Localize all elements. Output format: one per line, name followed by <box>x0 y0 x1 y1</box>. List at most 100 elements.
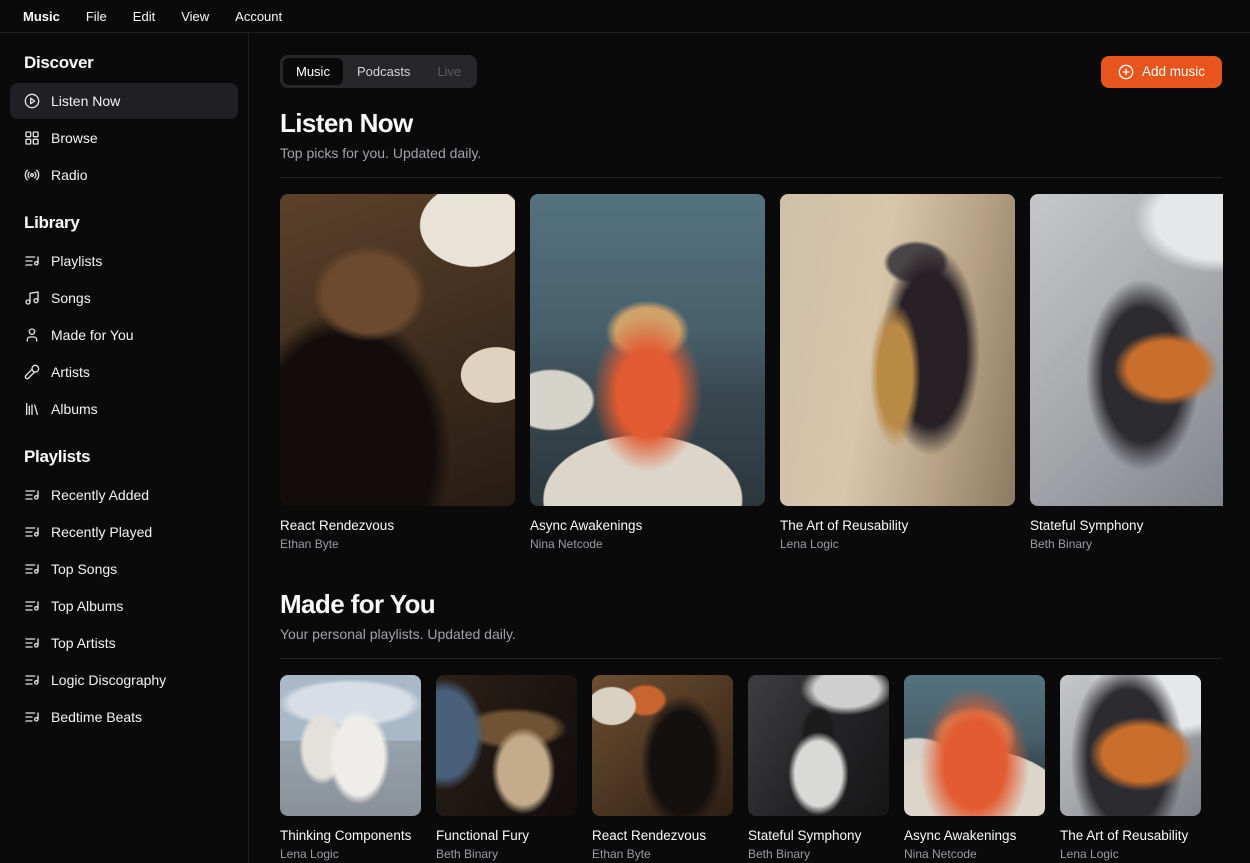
add-music-label: Add music <box>1141 64 1205 79</box>
main-content: Music Podcasts Live Add music Listen Now… <box>249 33 1250 863</box>
sidebar-item-albums[interactable]: Albums <box>10 391 238 427</box>
sidebar-item-listen-now[interactable]: Listen Now <box>10 83 238 119</box>
sidebar-section-playlists: Playlists Recently Added Recently Played… <box>10 441 238 735</box>
album-artist: Nina Netcode <box>530 537 603 551</box>
sidebar-item-top-songs[interactable]: Top Songs <box>10 551 238 587</box>
circle-play-icon <box>24 93 40 109</box>
album-art <box>592 675 733 816</box>
sidebar-item-made-for-you[interactable]: Made for You <box>10 317 238 353</box>
tab-live: Live <box>437 64 462 79</box>
album-title: React Rendezvous <box>592 828 707 843</box>
sidebar-heading-library: Library <box>24 213 80 232</box>
list-music-icon <box>24 253 40 269</box>
sidebar-item-recently-added[interactable]: Recently Added <box>10 477 238 513</box>
album-title: Stateful Symphony <box>1030 518 1144 533</box>
app-body: Discover Listen Now Browse Radio Library… <box>0 33 1250 863</box>
album-card[interactable]: React Rendezvous Ethan Byte <box>592 675 733 861</box>
sidebar-item-label: Songs <box>51 290 91 306</box>
sidebar-item-recently-played[interactable]: Recently Played <box>10 514 238 550</box>
sidebar-item-label: Browse <box>51 130 98 146</box>
album-card[interactable]: Stateful Symphony Beth Binary <box>748 675 889 861</box>
sidebar-item-label: Top Songs <box>51 561 118 577</box>
radio-icon <box>24 167 40 183</box>
album-artist: Nina Netcode <box>904 847 977 861</box>
album-title: React Rendezvous <box>280 518 395 533</box>
list-music-icon <box>24 487 40 503</box>
list-music-icon <box>24 672 40 688</box>
main-header: Music Podcasts Live Add music <box>280 55 1222 88</box>
section-title-made-for-you: Made for You <box>280 589 436 619</box>
album-art <box>280 194 515 506</box>
album-artist: Ethan Byte <box>280 537 339 551</box>
sidebar-item-top-artists[interactable]: Top Artists <box>10 625 238 661</box>
list-music-icon <box>24 709 40 725</box>
sidebar-item-bedtime-beats[interactable]: Bedtime Beats <box>10 699 238 735</box>
sidebar-item-songs[interactable]: Songs <box>10 280 238 316</box>
library-icon <box>24 401 40 417</box>
list-music-icon <box>24 598 40 614</box>
sidebar-item-label: Albums <box>51 401 98 417</box>
sidebar-item-label: Bedtime Beats <box>51 709 143 725</box>
album-card[interactable]: The Art of Reusability Lena Logic <box>780 194 1015 551</box>
album-art <box>904 675 1045 816</box>
menu-item-edit[interactable]: Edit <box>120 5 168 28</box>
album-art <box>1030 194 1223 506</box>
sidebar: Discover Listen Now Browse Radio Library… <box>0 33 249 863</box>
sidebar-item-radio[interactable]: Radio <box>10 157 238 193</box>
section-subtitle-listen-now: Top picks for you. Updated daily. <box>280 145 482 161</box>
album-art <box>1060 675 1201 816</box>
list-music-icon <box>24 635 40 651</box>
sidebar-item-logic-discography[interactable]: Logic Discography <box>10 662 238 698</box>
sidebar-item-label: Radio <box>51 167 88 183</box>
sidebar-item-label: Recently Played <box>51 524 153 540</box>
album-title: Stateful Symphony <box>748 828 862 843</box>
sidebar-item-label: Playlists <box>51 253 103 269</box>
album-title: Functional Fury <box>436 828 530 843</box>
list-music-icon <box>24 524 40 540</box>
album-title: The Art of Reusability <box>780 518 909 533</box>
album-card[interactable]: Async Awakenings Nina Netcode <box>904 675 1045 861</box>
sidebar-item-top-albums[interactable]: Top Albums <box>10 588 238 624</box>
sidebar-item-artists[interactable]: Artists <box>10 354 238 390</box>
sidebar-item-label: Listen Now <box>51 93 121 109</box>
sidebar-item-label: Top Albums <box>51 598 124 614</box>
album-title: Async Awakenings <box>530 518 643 533</box>
album-artist: Beth Binary <box>436 847 499 861</box>
user-icon <box>24 327 40 343</box>
section-subtitle-made-for-you: Your personal playlists. Updated daily. <box>280 626 516 642</box>
tabs-list: Music Podcasts Live <box>280 55 478 88</box>
made-for-you-card-row: Thinking Components Lena Logic Functiona… <box>280 675 1223 861</box>
album-card[interactable]: Stateful Symphony Beth Binary <box>1030 194 1223 551</box>
album-title: Async Awakenings <box>904 828 1017 843</box>
list-music-icon <box>24 561 40 577</box>
menu-item-view[interactable]: View <box>168 5 222 28</box>
sidebar-item-browse[interactable]: Browse <box>10 120 238 156</box>
tab-podcasts[interactable]: Podcasts <box>344 58 423 85</box>
sidebar-heading-playlists: Playlists <box>24 447 91 466</box>
sidebar-item-playlists[interactable]: Playlists <box>10 243 238 279</box>
album-card[interactable]: Functional Fury Beth Binary <box>436 675 577 861</box>
menu-item-music[interactable]: Music <box>10 5 73 28</box>
album-art <box>280 675 421 816</box>
album-art <box>530 194 765 506</box>
sidebar-item-label: Made for You <box>51 327 134 343</box>
album-card[interactable]: React Rendezvous Ethan Byte <box>280 194 515 551</box>
album-card[interactable]: Thinking Components Lena Logic <box>280 675 421 861</box>
tab-music[interactable]: Music <box>283 58 343 85</box>
album-artist: Lena Logic <box>1060 847 1119 861</box>
add-music-button[interactable]: Add music <box>1100 55 1222 88</box>
separator <box>280 177 1222 178</box>
separator <box>280 658 1222 659</box>
menu-item-file[interactable]: File <box>73 5 120 28</box>
album-card[interactable]: The Art of Reusability Lena Logic <box>1060 675 1201 861</box>
album-artist: Lena Logic <box>780 537 839 551</box>
sidebar-heading-discover: Discover <box>24 53 94 72</box>
music-note-icon <box>24 290 40 306</box>
listen-now-card-row: React Rendezvous Ethan Byte Async Awaken… <box>280 194 1223 551</box>
album-art <box>436 675 577 816</box>
sidebar-section-discover: Discover Listen Now Browse Radio <box>10 47 238 193</box>
album-art <box>780 194 1015 506</box>
album-card[interactable]: Async Awakenings Nina Netcode <box>530 194 765 551</box>
section-title-listen-now: Listen Now <box>280 108 413 138</box>
menu-item-account[interactable]: Account <box>222 5 295 28</box>
